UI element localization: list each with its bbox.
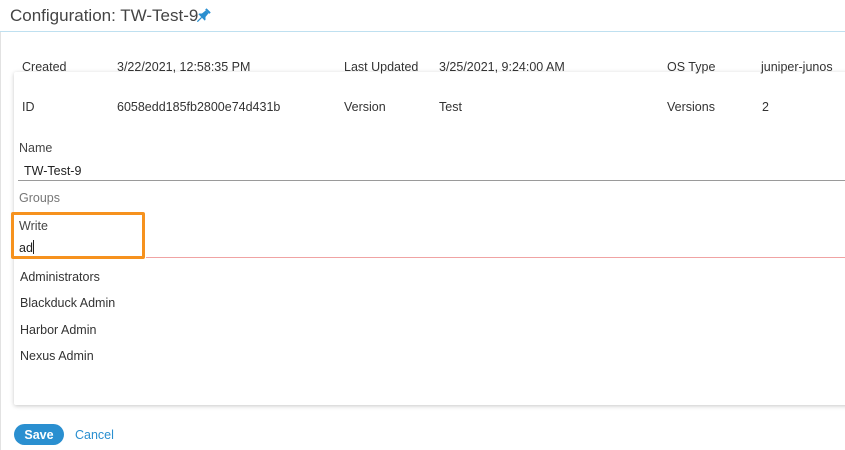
option-nexus-admin[interactable]: Nexus Admin: [20, 349, 94, 363]
os-type-value: juniper-junos: [761, 60, 833, 74]
write-field-underline: [146, 257, 845, 258]
version-label: Version: [344, 100, 386, 114]
name-label: Name: [19, 141, 53, 155]
last-updated-value: 3/25/2021, 9:24:00 AM: [439, 60, 565, 74]
id-value: 6058edd185fb2800e74d431b: [117, 100, 281, 114]
name-field-underline: [18, 180, 845, 181]
cancel-button[interactable]: Cancel: [75, 428, 114, 442]
write-label: Write: [19, 219, 48, 233]
id-label: ID: [22, 100, 35, 114]
versions-label: Versions: [667, 100, 715, 114]
versions-value: 2: [762, 100, 769, 114]
option-harbor-admin[interactable]: Harbor Admin: [20, 323, 96, 337]
pin-icon[interactable]: [193, 6, 213, 26]
title-bar: Configuration: TW-Test-9: [0, 0, 845, 32]
page-title: Configuration: TW-Test-9: [10, 6, 199, 25]
text-cursor: [33, 240, 34, 254]
os-type-label: OS Type: [667, 60, 716, 74]
created-value: 3/22/2021, 12:58:35 PM: [117, 60, 251, 74]
groups-label: Groups: [19, 191, 60, 205]
option-administrators[interactable]: Administrators: [20, 270, 100, 284]
write-input[interactable]: [19, 239, 139, 257]
option-blackduck-admin[interactable]: Blackduck Admin: [20, 296, 115, 310]
version-value: Test: [439, 100, 462, 114]
last-updated-label: Last Updated: [344, 60, 419, 74]
name-field[interactable]: TW-Test-9: [24, 164, 81, 178]
pin-icon-graphic: [196, 8, 211, 23]
created-label: Created: [22, 60, 67, 74]
save-button[interactable]: Save: [14, 424, 64, 445]
